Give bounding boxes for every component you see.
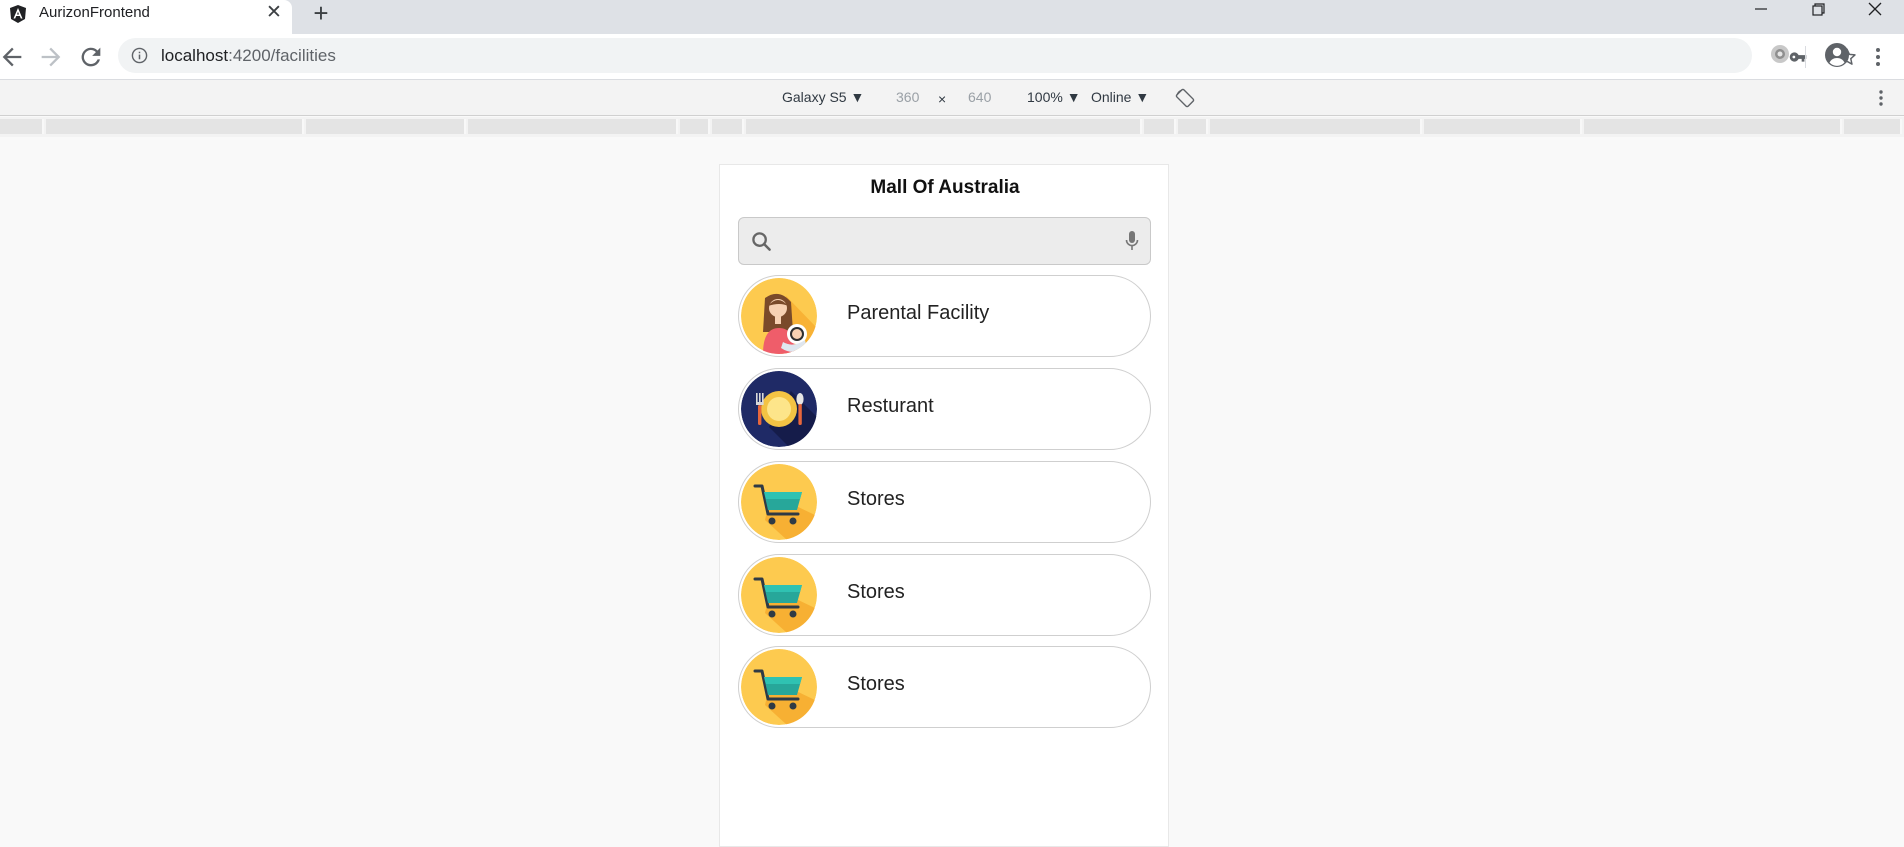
device-toolbar-menu-icon[interactable] [1871,88,1891,108]
dimension-separator: × [938,91,947,107]
shopping-cart-icon [741,464,817,540]
facility-item-stores[interactable]: Stores [738,554,1151,636]
media-query-segment[interactable] [46,119,304,134]
tab-close-icon[interactable]: ✕ [264,3,284,23]
back-arrow-icon[interactable] [0,43,26,71]
page-title: Mall Of Australia [870,177,1020,198]
device-select[interactable]: Galaxy S5 ▼ [782,89,864,105]
url-text[interactable]: localhost:4200/facilities [161,46,336,66]
media-query-segment[interactable] [1144,119,1176,134]
media-query-segment[interactable] [1584,119,1842,134]
url-host: localhost [161,46,229,65]
facility-item-restaurant[interactable]: Resturant [738,368,1151,450]
facility-item-parental[interactable]: Parental Facility [738,275,1151,357]
address-bar[interactable]: localhost:4200/facilities [118,38,1856,73]
tab-title: AurizonFrontend [39,4,150,21]
minimize-icon[interactable] [1741,0,1781,22]
facility-label: Stores [847,488,905,510]
media-query-segment[interactable] [0,119,44,134]
restore-icon[interactable] [1798,0,1838,22]
facility-label: Stores [847,581,905,603]
facility-item-stores[interactable]: Stores [738,461,1151,543]
info-icon[interactable] [131,47,148,64]
search-icon [752,232,771,251]
media-query-segment[interactable] [1844,119,1902,134]
forward-arrow-icon[interactable] [37,43,65,71]
search-bar[interactable] [738,217,1151,265]
search-input[interactable] [785,227,1105,257]
tab-strip: AurizonFrontend ✕ + [0,0,1904,34]
media-query-segment[interactable] [746,119,1142,134]
network-throttle-select[interactable]: Online ▼ [1091,89,1149,105]
shopping-cart-icon [741,557,817,633]
media-query-segment[interactable] [1210,119,1422,134]
reload-icon[interactable] [77,43,105,71]
shopping-cart-icon [741,649,817,725]
mobile-viewport: Mall Of Australia Parental Facility Rest… [719,164,1169,847]
facility-label: Parental Facility [847,302,990,324]
media-query-segment[interactable] [306,119,466,134]
media-query-segment[interactable] [1424,119,1582,134]
media-query-bar [0,117,1904,137]
media-query-segment[interactable] [680,119,710,134]
facility-label: Stores [847,673,905,695]
microphone-icon[interactable] [1124,229,1140,253]
browser-toolbar: localhost:4200/facilities [0,34,1904,80]
facility-label: Resturant [847,395,934,417]
toolbar-divider [1805,46,1806,68]
plate-cutlery-icon [741,371,817,447]
media-query-segment[interactable] [1178,119,1208,134]
device-toolbar: Galaxy S5 ▼ 360 × 640 100% ▼ Online ▼ [0,80,1904,116]
browser-menu-icon[interactable] [1868,45,1888,69]
extension-icon[interactable] [1769,43,1791,65]
zoom-select[interactable]: 100% ▼ [1027,89,1081,105]
new-tab-button[interactable]: + [309,0,333,26]
device-height-input[interactable]: 640 [968,89,991,105]
window-close-icon[interactable] [1855,0,1895,22]
url-path: :4200/facilities [228,46,336,65]
angular-logo-icon [10,5,26,23]
media-query-segment[interactable] [712,119,744,134]
facility-item-stores[interactable]: Stores [738,646,1151,728]
profile-avatar-icon[interactable] [1824,42,1850,68]
parent-baby-icon [741,278,817,354]
device-width-input[interactable]: 360 [896,89,919,105]
media-query-segment[interactable] [468,119,678,134]
rotate-icon[interactable] [1175,88,1195,108]
browser-tab[interactable]: AurizonFrontend ✕ [0,0,292,34]
